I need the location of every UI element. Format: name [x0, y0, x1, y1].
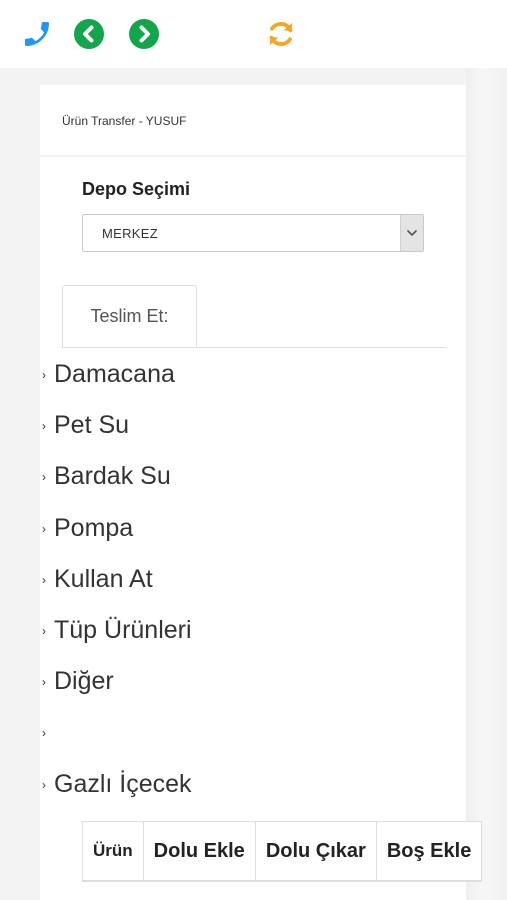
category-empty[interactable]: › [40, 711, 466, 762]
chevron-right-icon: › [42, 777, 46, 792]
column-header-dolu-cikar: Dolu Çıkar [254, 821, 377, 882]
category-diger[interactable]: › Diğer [40, 660, 466, 711]
chevron-right-circle-icon [128, 18, 160, 50]
category-pet-su[interactable]: › Pet Su [40, 404, 466, 455]
back-button[interactable] [73, 17, 105, 51]
category-label: Damacana [54, 360, 175, 388]
category-label: Bardak Su [54, 462, 171, 491]
chevron-right-icon: › [42, 623, 46, 638]
main-card: Depo Seçimi MERKEZ Teslim Et: › Damacana… [40, 157, 483, 900]
tab-teslim-et[interactable]: Teslim Et: [62, 285, 197, 347]
chevron-right-icon: › [42, 521, 46, 536]
category-label: Kullan At [54, 564, 153, 593]
chevron-right-icon: › [42, 419, 46, 434]
product-table: Ürün Dolu Ekle Dolu Çıkar Boş Ekle [82, 821, 483, 882]
category-damacana[interactable]: › Damacana [40, 353, 466, 404]
page: Ürün Transfer - YUSUF Depo Seçimi MERKEZ… [0, 0, 507, 900]
category-tup-urunleri[interactable]: › Tüp Ürünleri [40, 609, 466, 660]
backdrop-shade [466, 68, 507, 900]
forward-button[interactable] [128, 17, 160, 51]
top-toolbar [0, 0, 507, 68]
category-label: Diğer [54, 667, 114, 696]
chevron-right-icon: › [42, 368, 46, 382]
chevron-left-circle-icon [73, 18, 105, 50]
depo-label: Depo Seçimi [82, 179, 191, 199]
category-gazli-icecek[interactable]: › Gazlı İçecek [40, 763, 466, 814]
chevron-down-icon[interactable] [400, 215, 423, 251]
tab-bar: Teslim Et: [62, 285, 446, 348]
category-label: Tüp Ürünleri [54, 615, 192, 644]
chevron-right-icon: › [42, 675, 46, 690]
header-card: Ürün Transfer - YUSUF [40, 85, 466, 155]
category-label: Gazlı İçecek [54, 769, 192, 798]
table-header-row: Ürün Dolu Ekle Dolu Çıkar Boş Ekle [82, 821, 483, 882]
refresh-icon [264, 17, 298, 51]
page-title: Ürün Transfer - YUSUF [62, 114, 187, 128]
chevron-right-icon: › [42, 726, 46, 741]
chevron-right-icon: › [42, 572, 46, 587]
category-pompa[interactable]: › Pompa [40, 507, 466, 558]
category-kullan-at[interactable]: › Kullan At [40, 558, 466, 609]
depo-select-value: MERKEZ [102, 226, 158, 241]
category-label: Pet Su [54, 411, 130, 440]
category-list: › Damacana › Pet Su › Bardak Su › Pompa … [40, 353, 466, 814]
refresh-button[interactable] [265, 17, 297, 51]
category-label: Pompa [54, 513, 134, 542]
column-header-dolu-ekle: Dolu Ekle [142, 821, 256, 882]
depo-select[interactable]: MERKEZ [82, 214, 424, 252]
chevron-right-icon: › [42, 470, 46, 485]
column-header-urun: Ürün [82, 821, 144, 882]
column-header-bos-ekle: Boş Ekle [375, 821, 483, 882]
phone-button[interactable] [21, 17, 53, 51]
category-bardak-su[interactable]: › Bardak Su [40, 455, 466, 506]
phone-icon [21, 18, 53, 50]
